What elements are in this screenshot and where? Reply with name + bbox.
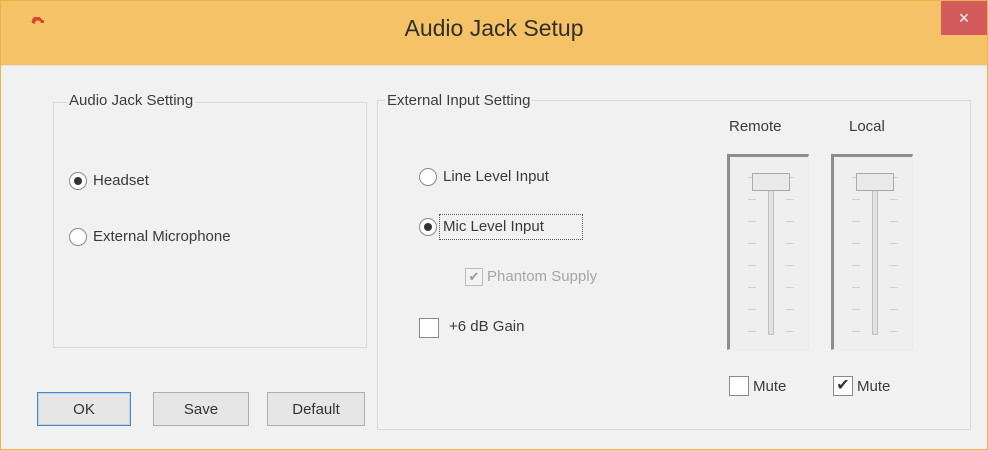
- remote-slider-track: [768, 177, 774, 335]
- close-button[interactable]: ×: [941, 1, 987, 35]
- remote-ticks-left: [748, 177, 756, 335]
- audio-jack-setup-dialog: Audio Jack Setup × Audio Jack Setting He…: [0, 0, 988, 450]
- remote-slider-thumb[interactable]: [752, 173, 790, 191]
- save-button[interactable]: Save: [153, 392, 249, 426]
- local-slider-label: Local: [849, 118, 885, 135]
- default-button[interactable]: Default: [267, 392, 365, 426]
- local-slider-track: [872, 177, 878, 335]
- phantom-supply-label: Phantom Supply: [487, 268, 598, 285]
- mic-level-input-label[interactable]: Mic Level Input: [443, 218, 544, 235]
- remote-mute-checkbox[interactable]: [729, 376, 749, 396]
- headset-radio[interactable]: [69, 172, 87, 190]
- local-mute-label[interactable]: Mute: [857, 378, 890, 395]
- external-microphone-radio[interactable]: [69, 228, 87, 246]
- headset-label[interactable]: Headset: [93, 172, 149, 189]
- title-bar[interactable]: Audio Jack Setup ×: [1, 1, 987, 65]
- dialog-body: Audio Jack Setting Headset External Micr…: [1, 65, 987, 449]
- remote-mute-label[interactable]: Mute: [753, 378, 786, 395]
- audio-jack-setting-group: [53, 102, 367, 348]
- local-ticks-left: [852, 177, 860, 335]
- phantom-supply-checkbox[interactable]: ✔: [465, 268, 483, 286]
- mic-level-input-radio[interactable]: [419, 218, 437, 236]
- remote-slider-label: Remote: [729, 118, 782, 135]
- remote-volume-slider[interactable]: [727, 154, 809, 350]
- close-icon: ×: [958, 7, 970, 28]
- local-ticks-right: [890, 177, 898, 335]
- gain-checkbox[interactable]: [419, 318, 439, 338]
- line-level-input-radio[interactable]: [419, 168, 437, 186]
- ok-button[interactable]: OK: [37, 392, 131, 426]
- external-input-setting-label: External Input Setting: [385, 92, 533, 109]
- local-slider-thumb[interactable]: [856, 173, 894, 191]
- local-volume-slider[interactable]: [831, 154, 913, 350]
- window-title: Audio Jack Setup: [404, 15, 584, 41]
- remote-ticks-right: [786, 177, 794, 335]
- local-mute-checkbox[interactable]: ✔: [833, 376, 853, 396]
- gain-label[interactable]: +6 dB Gain: [449, 318, 524, 335]
- audio-jack-setting-label: Audio Jack Setting: [67, 92, 196, 109]
- external-microphone-label[interactable]: External Microphone: [93, 228, 231, 245]
- line-level-input-label[interactable]: Line Level Input: [443, 168, 549, 185]
